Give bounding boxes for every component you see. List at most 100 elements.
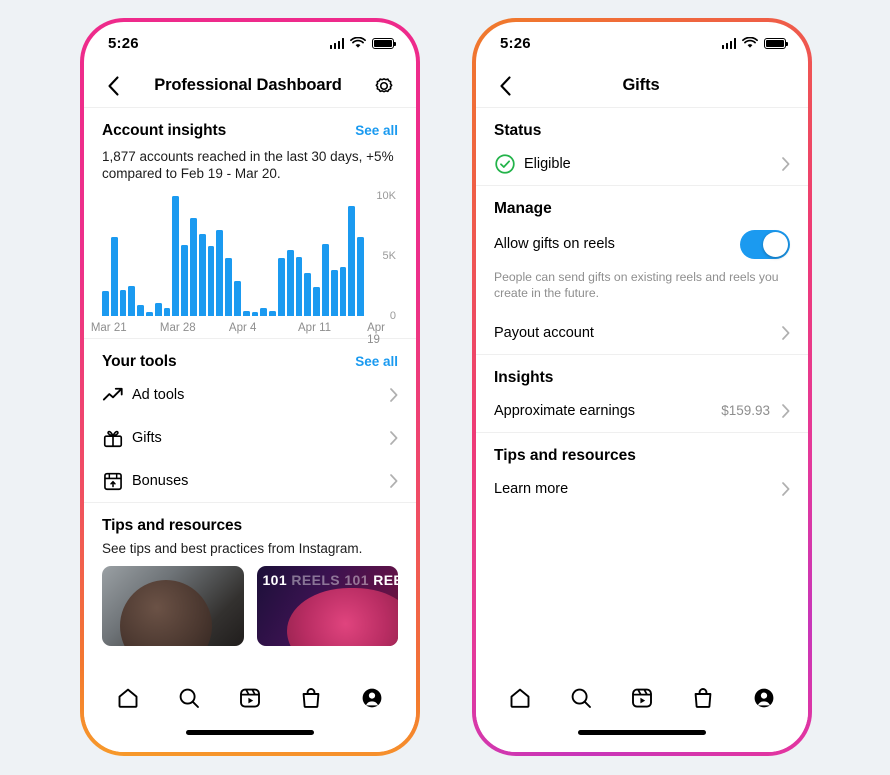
insights-section: Insights Approximate earnings $159.93 — [476, 355, 808, 432]
status-bar-right: 5:26 — [476, 22, 808, 64]
chevron-right-icon — [780, 325, 790, 340]
phone-screen-left: 5:26 Professional Dashboard Account insi… — [84, 22, 416, 752]
chart-bar — [242, 311, 250, 316]
tips-card-reels-101[interactable]: 101 REELS 101 REEL — [256, 566, 399, 646]
tools-row-label: Bonuses — [132, 472, 189, 489]
chart-x-tick-label: Mar 21 — [90, 322, 127, 334]
chart-x-axis: Mar 21 Mar 28 Apr 4 Apr 11 Apr 19 — [91, 322, 398, 346]
nav-bar-right: Gifts — [476, 64, 808, 108]
chart-bar — [260, 307, 268, 316]
chart-bar — [225, 258, 232, 316]
status-bar-left: 5:26 — [84, 22, 416, 64]
gifts-content: Status Eligible Manage Allow gifts on re… — [476, 108, 808, 670]
tips-card-carousel[interactable]: 101 REELS 101 REEL — [102, 556, 398, 646]
chart-bar — [110, 236, 118, 316]
chart-bar — [189, 217, 197, 316]
section-title: Account insights — [102, 122, 227, 139]
settings-gear-icon[interactable] — [372, 74, 396, 98]
wifi-icon — [742, 37, 758, 48]
chart-x-tick-label: Apr 19 — [367, 322, 385, 346]
back-chevron-icon[interactable] — [102, 75, 124, 97]
nav-bar-left: Professional Dashboard — [84, 64, 416, 108]
account-insights-see-all-link[interactable]: See all — [355, 123, 398, 138]
learn-more-label: Learn more — [494, 480, 569, 497]
gift-box-icon — [102, 427, 132, 449]
chart-bars — [102, 196, 364, 316]
chart-bar — [339, 266, 347, 316]
tips-subtitle: See tips and best practices from Instagr… — [102, 541, 363, 556]
account-insights-summary: 1,877 accounts reached in the last 30 da… — [102, 149, 394, 181]
tips-and-resources-section: Tips and resources See tips and best pra… — [84, 503, 416, 646]
chart-bar — [251, 312, 259, 316]
manage-row-payout-account[interactable]: Payout account — [494, 311, 790, 354]
approximate-earnings-label: Approximate earnings — [494, 402, 636, 419]
wifi-icon — [350, 37, 366, 48]
chart-bar — [154, 302, 162, 316]
chart-bar — [128, 286, 136, 316]
approximate-earnings-value: $159.93 — [721, 403, 770, 418]
status-time: 5:26 — [108, 34, 139, 52]
your-tools-see-all-link[interactable]: See all — [355, 354, 398, 369]
manage-row-allow-gifts: Allow gifts on reels — [494, 220, 790, 268]
tools-row-ad-tools[interactable]: Ad tools — [102, 373, 398, 416]
chart-bar — [102, 290, 109, 316]
reels-icon[interactable] — [235, 683, 265, 713]
overlay-bold-1: 101 — [262, 572, 288, 588]
chart-bar — [357, 236, 364, 316]
tab-bar-right — [476, 670, 808, 726]
tools-row-gifts[interactable]: Gifts — [102, 416, 398, 459]
chart-y-tick-label: 5K — [382, 250, 396, 262]
home-icon[interactable] — [113, 683, 143, 713]
cellular-signal-icon — [721, 38, 736, 49]
home-indicator — [84, 726, 416, 752]
search-icon[interactable] — [566, 683, 596, 713]
tools-row-label: Gifts — [132, 429, 162, 446]
tips-row-learn-more[interactable]: Learn more — [494, 467, 790, 510]
tips-resources-section: Tips and resources Learn more — [476, 433, 808, 510]
chart-bar — [277, 258, 285, 316]
screenshot-stage: 5:26 Professional Dashboard Account insi… — [0, 0, 890, 775]
tips-header: Tips and resources — [102, 503, 398, 537]
overlay-bold-2: REEL — [373, 572, 398, 588]
your-tools-header: Your tools See all — [102, 339, 398, 373]
allow-gifts-helper-text: People can send gifts on existing reels … — [494, 270, 779, 300]
profile-avatar-icon[interactable] — [357, 683, 387, 713]
chevron-right-icon — [780, 481, 790, 496]
phone-professional-dashboard: 5:26 Professional Dashboard Account insi… — [80, 18, 420, 756]
chart-bar — [181, 245, 188, 316]
chart-bar — [286, 250, 294, 316]
bonuses-box-icon — [102, 470, 132, 492]
your-tools-section: Your tools See all Ad tools Gifts Bonuse… — [84, 339, 416, 502]
chart-bar — [137, 305, 144, 316]
shop-bag-icon[interactable] — [688, 683, 718, 713]
account-insights-header: Account insights See all — [102, 108, 398, 142]
page-title: Professional Dashboard — [154, 76, 342, 94]
card-overlay-text: 101 REELS 101 REEL — [263, 572, 399, 588]
status-row-eligible[interactable]: Eligible — [494, 142, 790, 185]
tips-card-creator-portrait[interactable] — [102, 566, 244, 646]
cellular-signal-icon — [329, 38, 344, 49]
insights-row-approximate-earnings[interactable]: Approximate earnings $159.93 — [494, 389, 790, 432]
allow-gifts-toggle[interactable] — [740, 229, 790, 259]
home-icon[interactable] — [505, 683, 535, 713]
section-title: Tips and resources — [494, 447, 636, 464]
chart-bar — [269, 311, 276, 316]
status-icons — [721, 37, 788, 49]
reels-icon[interactable] — [627, 683, 657, 713]
tools-row-bonuses[interactable]: Bonuses — [102, 459, 398, 502]
search-icon[interactable] — [174, 683, 204, 713]
profile-avatar-icon[interactable] — [749, 683, 779, 713]
back-chevron-icon[interactable] — [494, 75, 516, 97]
chart-y-axis: 10K 5K 0 — [364, 190, 398, 322]
chart-bar — [321, 244, 329, 316]
chart-bar — [207, 246, 215, 316]
shop-bag-icon[interactable] — [296, 683, 326, 713]
chart-bar — [163, 307, 171, 316]
chart-x-tick-label: Apr 4 — [228, 322, 257, 334]
chevron-right-icon — [780, 403, 790, 418]
card-art-blob — [286, 588, 398, 646]
chart-y-tick-label: 10K — [376, 190, 396, 202]
status-section: Status Eligible — [476, 108, 808, 185]
chart-bar — [119, 289, 127, 316]
battery-full-icon — [372, 38, 396, 49]
